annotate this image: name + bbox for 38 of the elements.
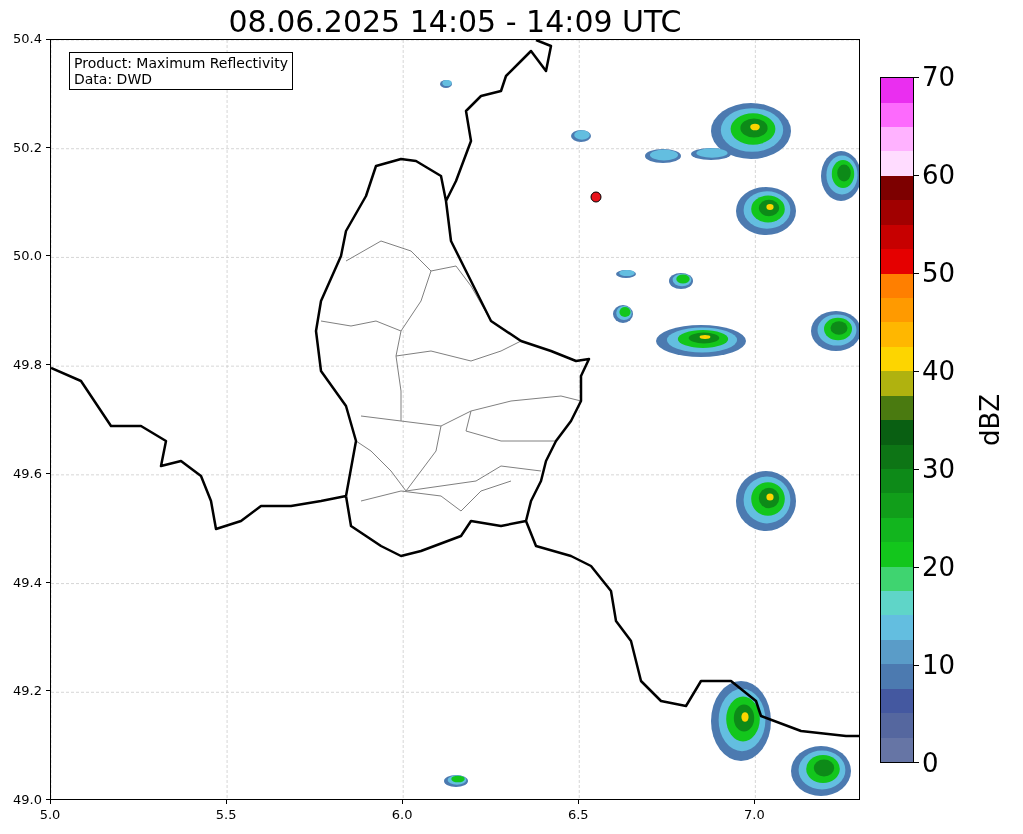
colorbar-tick-label: 10: [922, 651, 956, 679]
radar-echo-drawing: [444, 775, 468, 787]
colorbar-tick-label: 50: [922, 259, 956, 287]
radar-echo-drawing: [811, 311, 859, 351]
radar-echo-drawing: [645, 149, 681, 163]
radar-echo-drawing: [821, 151, 859, 201]
radar-echo-drawing: [440, 79, 452, 88]
y-tick-label: 49.6: [13, 466, 42, 481]
radar-echo-drawing: [736, 471, 796, 531]
y-tick-label: 49.2: [13, 684, 42, 699]
colorbar-tick-label: 60: [922, 161, 956, 189]
y-tick-label: 50.0: [13, 249, 42, 264]
y-tick-label: 49.8: [13, 358, 42, 373]
x-tick-label: 5.5: [215, 808, 237, 822]
colorbar-tick-label: 0: [922, 749, 939, 777]
y-tick-label: 50.4: [13, 32, 42, 46]
radar-echo-drawing: [616, 269, 636, 278]
colorbar-tick-label: 40: [922, 357, 956, 385]
radar-echo-drawing: [571, 130, 591, 142]
radar-echo-drawing: [791, 746, 851, 796]
x-tick-label: 5.0: [39, 808, 61, 822]
y-tick-label: 50.2: [13, 140, 42, 155]
radar-echo-drawing: [736, 187, 796, 235]
x-tick-label: 6.0: [391, 808, 413, 822]
annotation-text: Data: DWD: [74, 71, 153, 87]
location-marker-icon: [590, 191, 602, 203]
colorbar-label: dBZ: [975, 393, 1006, 447]
colorbar-tick-label: 30: [922, 455, 956, 483]
radar-echo-drawing: [613, 305, 633, 323]
colorbar-tick-label: 20: [922, 553, 956, 581]
x-tick-label: 6.5: [567, 808, 589, 822]
chart-title: 08.06.2025 14:05 - 14:09 UTC: [228, 5, 682, 39]
y-tick-label: 49.0: [13, 793, 42, 807]
annotation-text: Product: Maximum Reflectivity: [74, 55, 288, 71]
radar-echo-drawing: [669, 273, 693, 289]
colorbar-tick-label: 70: [922, 63, 956, 91]
y-tick-label: 49.4: [13, 575, 42, 590]
x-tick-label: 7.0: [744, 808, 765, 822]
